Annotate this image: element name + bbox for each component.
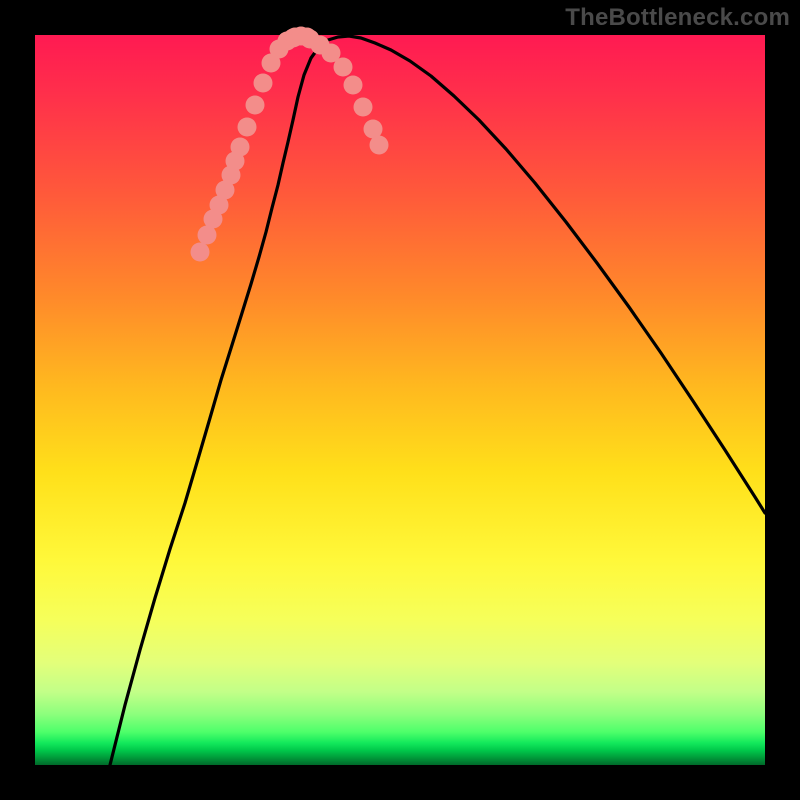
marker-cluster-right — [301, 30, 389, 155]
data-marker — [191, 243, 210, 262]
data-marker — [354, 98, 373, 117]
data-marker — [344, 76, 363, 95]
watermark-text: TheBottleneck.com — [565, 4, 790, 32]
data-marker — [231, 138, 250, 157]
data-marker — [254, 74, 273, 93]
data-marker — [370, 136, 389, 155]
v-curve-line — [110, 36, 765, 765]
chart-svg — [35, 35, 765, 765]
data-marker — [298, 28, 317, 47]
chart-frame: TheBottleneck.com — [0, 0, 800, 800]
marker-cluster-bottom — [286, 27, 317, 47]
data-marker — [246, 96, 265, 115]
data-marker — [334, 58, 353, 77]
data-marker — [238, 118, 257, 137]
